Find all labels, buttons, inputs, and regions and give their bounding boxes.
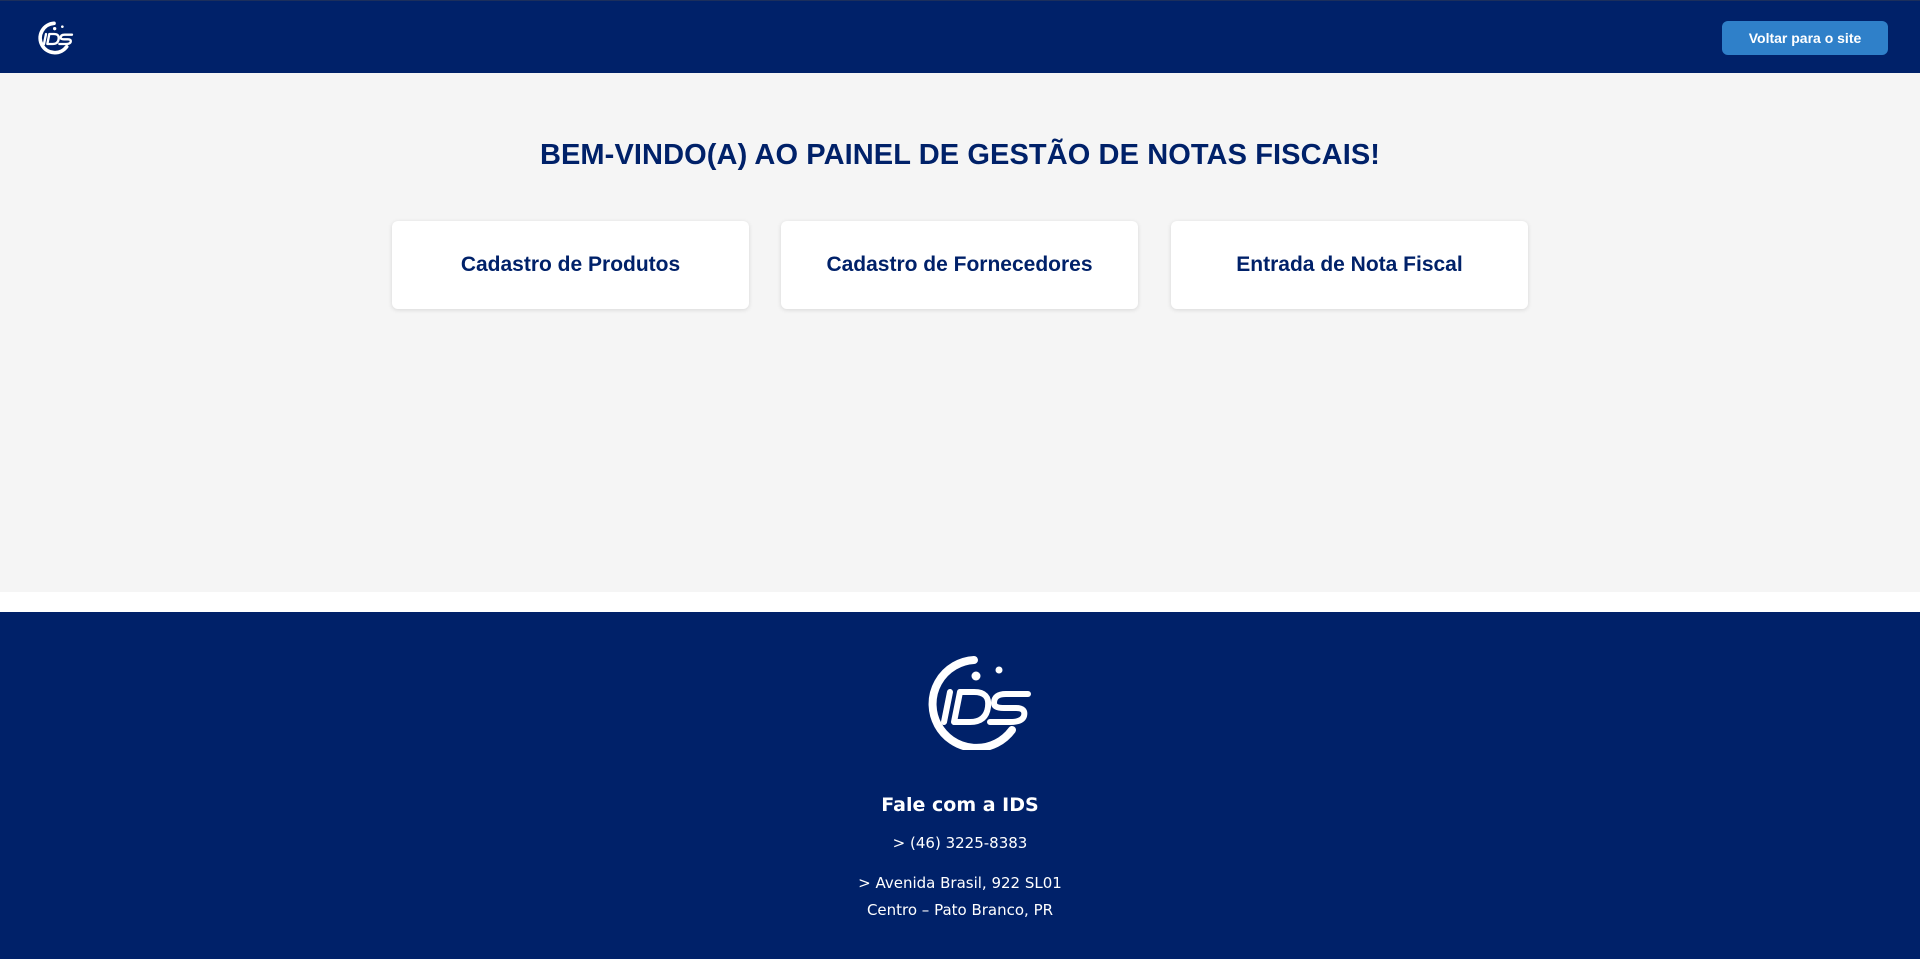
footer: Fale com a IDS > (46) 3225-8383 > Avenid… [0,612,1920,959]
card-cadastro-fornecedores[interactable]: Cadastro de Fornecedores [781,221,1138,309]
footer-phone[interactable]: > (46) 3225-8383 [0,834,1920,852]
footer-address-line1: > Avenida Brasil, 922 SL01 [858,874,1062,892]
card-cadastro-produtos[interactable]: Cadastro de Produtos [392,221,749,309]
menu-cards: Cadastro de Produtos Cadastro de Fornece… [392,221,1528,309]
footer-heading: Fale com a IDS [881,794,1039,816]
card-entrada-nota-fiscal[interactable]: Entrada de Nota Fiscal [1171,221,1528,309]
card-label: Cadastro de Produtos [460,253,681,276]
card-label: Cadastro de Fornecedores [826,253,1093,276]
top-navbar: Voltar para o site [0,0,1920,73]
footer-address-line2: Centro – Pato Branco, PR [866,901,1054,919]
ids-logo-icon [914,652,1040,752]
page-title: BEM-VINDO(A) AO PAINEL DE GESTÃO DE NOTA… [539,139,1381,171]
card-label: Entrada de Nota Fiscal [1236,253,1463,276]
back-to-site-button[interactable]: Voltar para o site [1722,21,1888,55]
dashboard-main: BEM-VINDO(A) AO PAINEL DE GESTÃO DE NOTA… [0,73,1920,592]
ids-logo-icon[interactable] [34,19,76,55]
